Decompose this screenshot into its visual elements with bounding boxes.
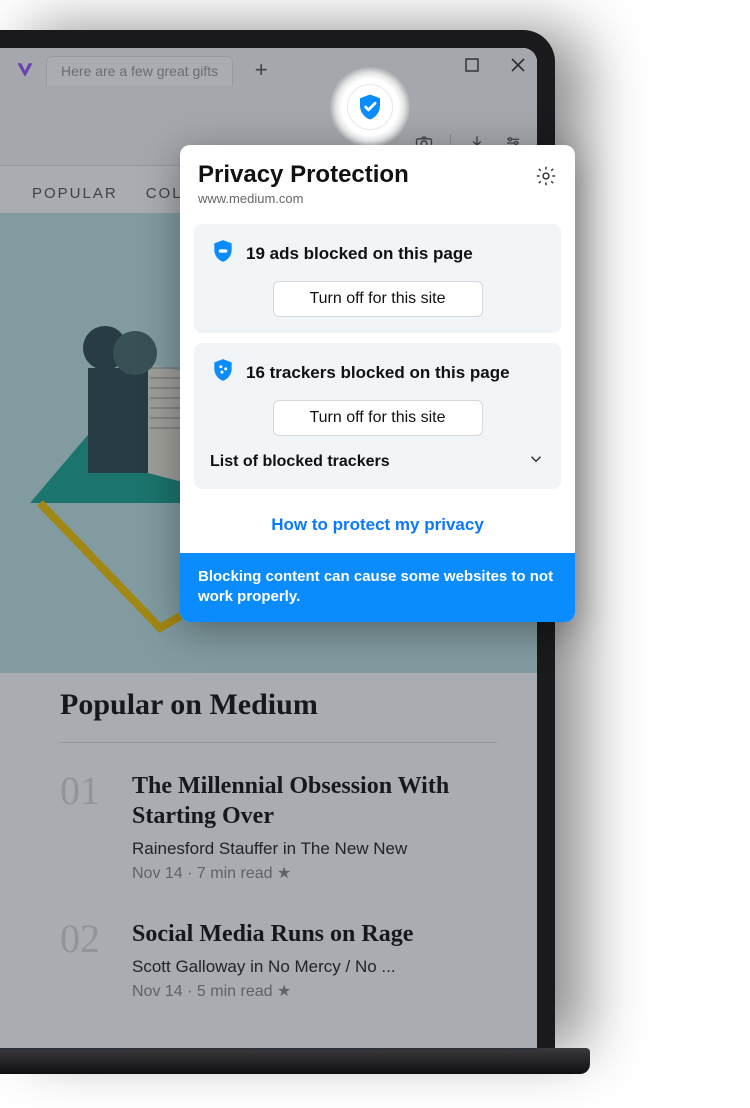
turn-off-ads-button[interactable]: Turn off for this site: [273, 281, 483, 317]
popup-domain: www.medium.com: [198, 191, 409, 206]
popup-body: Privacy Protection www.medium.com 19 ads…: [180, 145, 575, 622]
article-rank: 01: [60, 771, 114, 883]
help-link[interactable]: How to protect my privacy: [271, 515, 484, 534]
vivaldi-menu-icon[interactable]: [14, 59, 36, 81]
expander-label: List of blocked trackers: [210, 453, 390, 471]
tab-title: Here are a few great gifts: [61, 63, 218, 79]
article-item[interactable]: 01 The Millennial Obsession With Startin…: [60, 771, 497, 883]
notice-banner: Blocking content can cause some websites…: [180, 553, 575, 622]
popup-title: Privacy Protection: [198, 161, 409, 189]
trackers-blocked-text: 16 trackers blocked on this page: [246, 363, 510, 383]
article-meta: Nov 14 · 7 min read ★: [132, 863, 497, 883]
tracker-list-expander[interactable]: List of blocked trackers: [210, 436, 545, 473]
section-title: Popular on Medium: [60, 688, 497, 743]
turn-off-trackers-button[interactable]: Turn off for this site: [273, 400, 483, 436]
article-rank: 02: [60, 919, 114, 1001]
article-title: The Millennial Obsession With Starting O…: [132, 771, 497, 831]
popup-header: Privacy Protection www.medium.com: [180, 145, 575, 214]
article-byline: Rainesford Stauffer in The New New: [132, 839, 497, 859]
nav-tab-popular[interactable]: POPULAR: [32, 185, 118, 202]
maximize-icon[interactable]: [463, 56, 481, 74]
help-link-row: How to protect my privacy: [180, 499, 575, 553]
new-tab-button[interactable]: +: [245, 54, 277, 86]
window-controls: [463, 56, 527, 74]
tracker-shield-icon: [210, 357, 236, 388]
shield-badge-button[interactable]: [347, 84, 393, 130]
content-area: Popular on Medium 01 The Millennial Obse…: [60, 688, 497, 1037]
laptop-base: [0, 1048, 590, 1074]
article-item[interactable]: 02 Social Media Runs on Rage Scott Gallo…: [60, 919, 497, 1001]
close-icon[interactable]: [509, 56, 527, 74]
tab-strip: Here are a few great gifts +: [0, 48, 537, 92]
article-byline: Scott Galloway in No Mercy / No ...: [132, 957, 413, 977]
privacy-popup: Privacy Protection www.medium.com 19 ads…: [180, 145, 575, 622]
article-meta: Nov 14 · 5 min read ★: [132, 981, 413, 1001]
shield-halo: [330, 67, 410, 147]
gear-icon[interactable]: [535, 165, 557, 187]
browser-tab[interactable]: Here are a few great gifts: [46, 56, 233, 85]
ads-card: 19 ads blocked on this page Turn off for…: [194, 224, 561, 333]
article-title: Social Media Runs on Rage: [132, 919, 413, 949]
chevron-down-icon: [527, 450, 545, 473]
ads-blocked-text: 19 ads blocked on this page: [246, 244, 473, 264]
adblock-shield-icon: [210, 238, 236, 269]
trackers-card: 16 trackers blocked on this page Turn of…: [194, 343, 561, 489]
